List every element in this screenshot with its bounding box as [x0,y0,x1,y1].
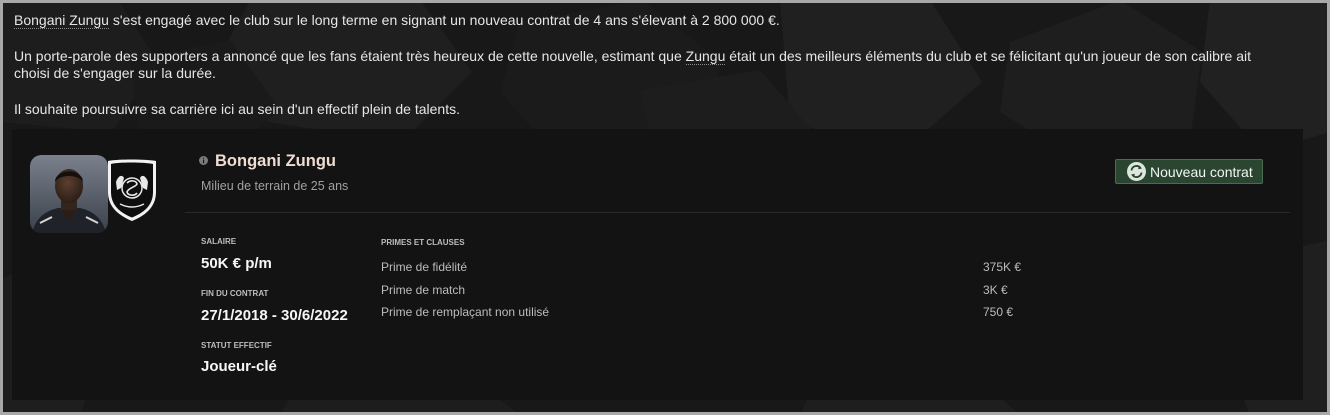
new-contract-button[interactable]: Nouveau contrat [1115,159,1263,184]
section-divider [185,212,1290,213]
player-photo-image [30,155,108,233]
bonus-row: Prime de fidélité 375K € [381,256,1081,279]
bonuses-title: PRIMES ET CLAUSES [381,238,465,247]
news-paragraph-2: Un porte-parole des supporters a annoncé… [14,48,1276,82]
player-position-age: Milieu de terrain de 25 ans [201,179,349,193]
player-name[interactable]: Bongani Zungu [215,151,336,171]
contract-end-value: 27/1/2018 - 30/6/2022 [201,307,348,324]
news-body: Bongani Zungu s'est engagé avec le club … [14,12,1276,137]
salary-label: SALAIRE [201,237,237,246]
player-photo[interactable] [30,155,108,233]
new-contract-label: Nouveau contrat [1150,163,1253,180]
news-paragraph-1: Bongani Zungu s'est engagé avec le club … [14,12,1276,29]
bonus-row: Prime de remplaçant non utilisé 750 € [381,301,1081,324]
info-icon[interactable] [199,156,208,165]
news-text: s'est engagé avec le club sur le long te… [108,12,780,28]
bonus-label: Prime de match [381,282,466,297]
player-name-link[interactable]: Bongani Zungu [14,12,109,29]
bonus-row: Prime de match 3K € [381,279,1081,302]
news-text: Un porte-parole des supporters a annoncé… [14,48,686,64]
player-name-link[interactable]: Zungu [685,48,726,65]
news-paragraph-3: Il souhaite poursuivre sa carrière ici a… [14,101,460,117]
bonus-value: 3K € [983,282,1008,297]
bonus-label: Prime de fidélité [381,260,468,274]
contract-end-label: FIN DU CONTRAT [201,289,269,298]
squad-status-label: STATUT EFFECTIF [201,341,272,350]
bonus-value: 375K € [983,260,1022,274]
contract-card: Bongani Zungu Milieu de terrain de 25 an… [12,129,1303,400]
bonus-label: Prime de remplaçant non utilisé [381,305,550,319]
refresh-arrows-icon [1127,162,1146,181]
salary-value: 50K € p/m [201,255,272,272]
squad-status-value: Joueur-clé [201,358,277,375]
bonuses-list: Prime de fidélité 375K € Prime de match … [381,256,1081,324]
club-badge-icon[interactable] [106,158,158,222]
bonus-value: 750 € [983,305,1014,319]
news-item-page: Bongani Zungu s'est engagé avec le club … [0,0,1330,415]
